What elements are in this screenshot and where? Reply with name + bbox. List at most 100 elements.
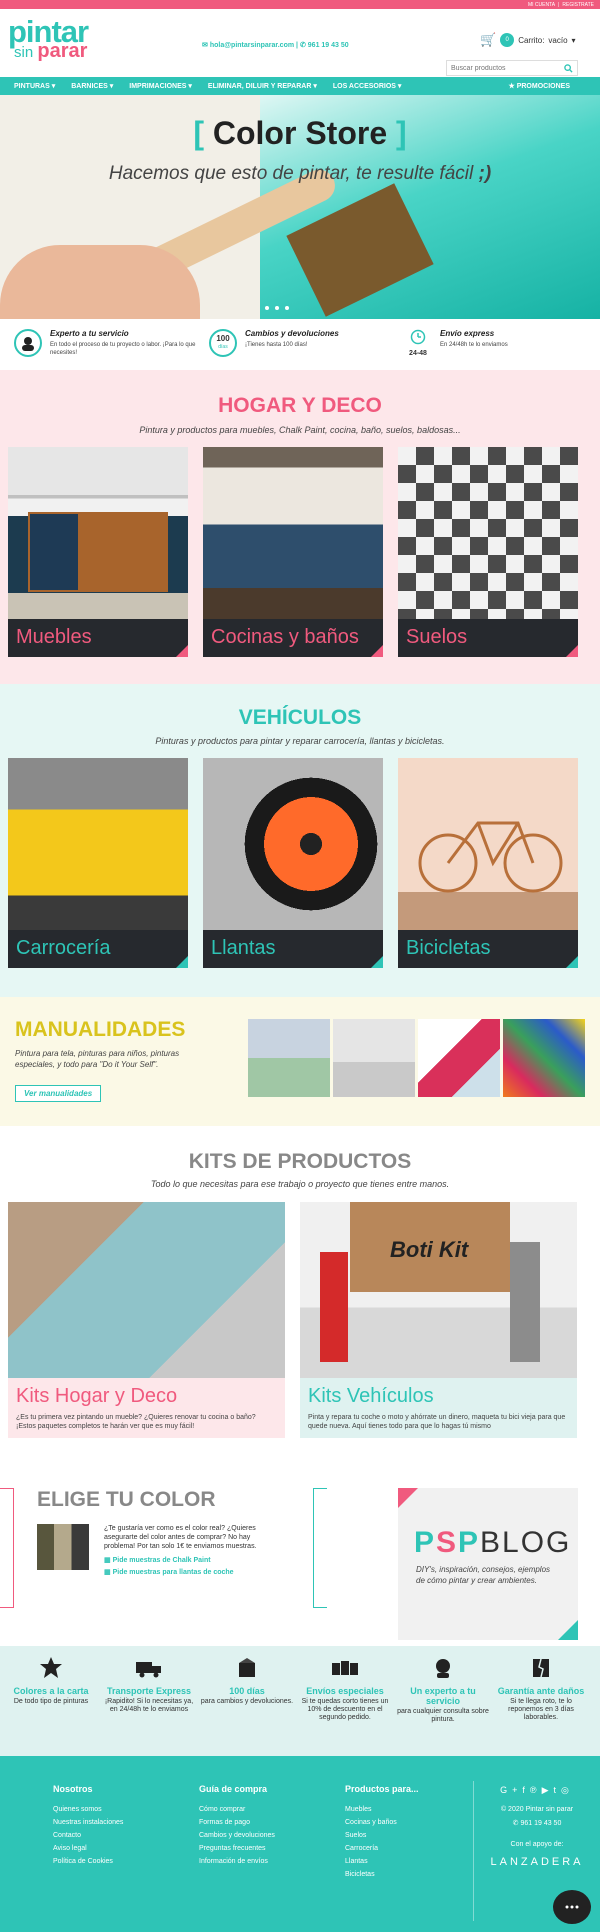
- section-title: ELIGE TU COLOR: [37, 1488, 216, 1511]
- footer-col-guia: Guía de compra Cómo comprar Formas de pa…: [199, 1784, 339, 1871]
- features-bar: Experto a tu servicio En todo el proceso…: [0, 320, 600, 370]
- card-kits-vehiculos[interactable]: Boti Kit Kits Vehículos Pinta y repara t…: [300, 1202, 577, 1438]
- nav-item-promociones[interactable]: ★ PROMOCIONES: [508, 82, 570, 90]
- footer-link[interactable]: Bicicletas: [345, 1871, 485, 1878]
- search-icon[interactable]: [559, 61, 577, 75]
- section-subtitle: Pinturas y productos para pintar y repar…: [155, 736, 445, 746]
- footer-link[interactable]: Quienes somos: [53, 1806, 193, 1813]
- search-input[interactable]: [447, 64, 559, 72]
- feature-title: Cambios y devoluciones: [245, 329, 339, 338]
- phone-icon: ✆: [299, 42, 306, 49]
- slider-dot[interactable]: [275, 306, 279, 310]
- footer-link[interactable]: Carrocería: [345, 1845, 485, 1852]
- nav-label: IMPRIMACIONES: [129, 83, 187, 90]
- nav-item-eliminar[interactable]: ELIMINAR, DILUIR Y REPARAR ▾: [208, 82, 317, 90]
- nav-item-imprimaciones[interactable]: IMPRIMACIONES ▾: [129, 82, 192, 90]
- hero-subtitle-text: Hacemos que esto de pintar, te resulte f…: [108, 163, 474, 184]
- badge-icon: [37, 1656, 65, 1680]
- nav-item-barnices[interactable]: BARNICES ▾: [71, 82, 113, 90]
- google-plus-icon[interactable]: G+: [500, 1785, 522, 1795]
- email-link[interactable]: hola@pintarsinparar.com: [210, 42, 294, 49]
- slider-dot[interactable]: [285, 306, 289, 310]
- benefit-desc: De todo tipo de pinturas: [13, 1698, 89, 1705]
- logo[interactable]: pintar sin parar: [8, 16, 89, 61]
- footer-link[interactable]: Cocinas y baños: [345, 1819, 485, 1826]
- bracket-frame-left: [0, 1488, 14, 1608]
- cart[interactable]: 🛒 0 Carrito: vacío ▾: [480, 32, 576, 48]
- card-carroceria[interactable]: Carrocería: [8, 758, 188, 968]
- card-cocinas[interactable]: Cocinas y baños: [203, 447, 383, 657]
- feature-returns: 100 días Cambios y devoluciones ¡Tienes h…: [209, 320, 404, 370]
- suelos-image: [398, 447, 578, 619]
- craft-image-1[interactable]: [248, 1019, 330, 1097]
- footer-link[interactable]: Contacto: [53, 1832, 193, 1839]
- nav-item-accesorios[interactable]: LOS ACCESORIOS ▾: [333, 82, 402, 90]
- chevron-down-icon: ▾: [571, 35, 576, 45]
- footer-phone[interactable]: ✆ 961 19 43 50: [474, 1819, 600, 1827]
- footer-link[interactable]: Llantas: [345, 1858, 485, 1865]
- benefit-envios: Envíos especiales Si te quedas corto tie…: [296, 1656, 394, 1756]
- card-bicicletas[interactable]: Bicicletas: [398, 758, 578, 968]
- footer-link[interactable]: Formas de pago: [199, 1819, 339, 1826]
- section-subtitle: Todo lo que necesitas para ese trabajo o…: [150, 1179, 450, 1189]
- footer-link[interactable]: Preguntas frecuentes: [199, 1845, 339, 1852]
- blog-logo-psp: PSP: [414, 1526, 481, 1559]
- footer-link[interactable]: Suelos: [345, 1832, 485, 1839]
- benefit-desc: Si te quedas corto tienes un 10% de desc…: [301, 1698, 389, 1721]
- footer-link[interactable]: Cómo comprar: [199, 1806, 339, 1813]
- benefit-title: Transporte Express: [106, 1686, 192, 1696]
- card-suelos[interactable]: Suelos: [398, 447, 578, 657]
- logo-sin: sin: [14, 44, 34, 61]
- craft-image-2[interactable]: [333, 1019, 415, 1097]
- footer-link[interactable]: Política de Cookies: [53, 1858, 193, 1865]
- chalk-paint-samples-link[interactable]: ▦ Pide muestras de Chalk Paint: [104, 1556, 211, 1564]
- card-llantas[interactable]: Llantas: [203, 758, 383, 968]
- twitter-icon[interactable]: t: [553, 1785, 561, 1795]
- section-title: MANUALIDADES: [15, 1018, 186, 1041]
- account-link[interactable]: MI CUENTA: [528, 2, 555, 8]
- nav-label: LOS ACCESORIOS: [332, 83, 396, 90]
- blog-card[interactable]: PSPBLOG DIY's, inspiración, consejos, ej…: [398, 1488, 578, 1640]
- card-caption: Bicicletas: [398, 930, 578, 968]
- youtube-icon[interactable]: ▶: [542, 1785, 554, 1795]
- box-icon: [233, 1656, 261, 1680]
- feature-desc: En todo el proceso de tu proyecto o labo…: [50, 342, 196, 356]
- benefit-100dias: 100 días para cambios y devoluciones.: [198, 1656, 296, 1756]
- nav-label: ELIMINAR, DILUIR Y REPARAR: [207, 83, 312, 90]
- section-kits: KITS DE PRODUCTOS Todo lo que necesitas …: [0, 1126, 600, 1466]
- card-caption-box: Kits Vehículos Pinta y repara tu coche o…: [300, 1378, 577, 1438]
- footer-col-title: Nosotros: [53, 1784, 93, 1794]
- craft-image-4[interactable]: [503, 1019, 585, 1097]
- footer-link[interactable]: Nuestras instalaciones: [53, 1819, 193, 1826]
- card-kits-hogar[interactable]: Kits Hogar y Deco ¿Es tu primera vez pin…: [8, 1202, 285, 1438]
- ver-manualidades-button[interactable]: Ver manualidades: [15, 1085, 102, 1102]
- instagram-icon[interactable]: ◎: [561, 1785, 574, 1795]
- link-label: Pide muestras de Chalk Paint: [112, 1557, 211, 1564]
- bracket-frame-right: [313, 1488, 327, 1608]
- benefit-experto: Un experto a tu servicio para cualquier …: [394, 1656, 492, 1756]
- facebook-icon[interactable]: f: [522, 1785, 530, 1795]
- craft-image-3[interactable]: [418, 1019, 500, 1097]
- benefit-title: Colores a la carta: [13, 1686, 89, 1696]
- footer-col-nosotros: Nosotros Quienes somos Nuestras instalac…: [53, 1784, 193, 1871]
- pinterest-icon[interactable]: ℗: [530, 1785, 542, 1795]
- hero-banner[interactable]: [ Color Store ] Hacemos que esto de pint…: [0, 95, 600, 319]
- footer-link[interactable]: Información de envíos: [199, 1858, 339, 1865]
- support-label: Con el apoyo de:: [510, 1841, 564, 1848]
- footer-link[interactable]: Muebles: [345, 1806, 485, 1813]
- nav-item-pinturas[interactable]: PINTURAS ▾: [14, 82, 55, 90]
- footer-link[interactable]: Aviso legal: [53, 1845, 193, 1852]
- chat-bubble-icon[interactable]: [553, 1890, 591, 1924]
- top-strip: MI CUENTA | REGISTRATE: [0, 0, 600, 9]
- footer-link[interactable]: Cambios y devoluciones: [199, 1832, 339, 1839]
- slider-dot[interactable]: [265, 306, 269, 310]
- register-link[interactable]: REGISTRATE: [562, 2, 594, 8]
- swatch-image: [37, 1524, 89, 1570]
- card-muebles[interactable]: Muebles: [8, 447, 188, 657]
- card-caption-box: Kits Hogar y Deco ¿Es tu primera vez pin…: [8, 1378, 285, 1438]
- elige-desc: ¿Te gustaría ver como es el color real? …: [104, 1525, 257, 1550]
- llantas-samples-link[interactable]: ▦ Pide muestras para llantas de coche: [104, 1568, 234, 1576]
- partner-logo[interactable]: LANZADERA: [474, 1856, 600, 1868]
- kits-hogar-image: [8, 1202, 285, 1378]
- phone-number[interactable]: 961 19 43 50: [308, 42, 349, 49]
